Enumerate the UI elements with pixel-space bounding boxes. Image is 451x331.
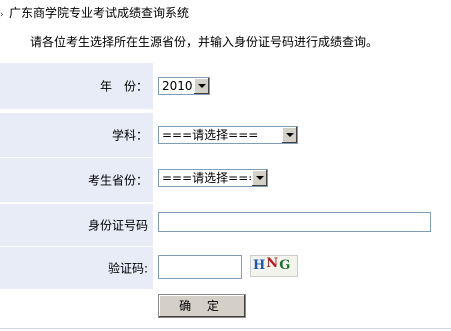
id-number-input[interactable] — [158, 212, 431, 232]
province-label-cell: 考生省份： — [0, 158, 153, 202]
province-select[interactable]: ===请选择=== — [158, 169, 268, 187]
page-title-text: 广东商学院专业考试成绩查询系统 — [9, 6, 190, 20]
year-field-cell: 2010 — [153, 63, 451, 109]
subject-row: 学科： ===请选择=== — [0, 113, 451, 157]
captcha-input[interactable] — [158, 255, 242, 279]
instruction-text: 请各位考生选择所在生源省份，并输入身份证号码进行成绩查询。 — [30, 35, 379, 49]
province-label: 考生省份： — [87, 173, 148, 188]
captcha-field-cell: HNGO — [153, 247, 451, 289]
page-title: › 广东商学院专业考试成绩查询系统 — [0, 5, 189, 21]
captcha-label-cell: 验证码: — [0, 247, 153, 289]
id-number-field-cell — [153, 204, 451, 246]
captcha-image[interactable]: HNGO — [250, 255, 298, 277]
captcha-char: N — [266, 256, 280, 271]
subject-select[interactable]: ===请选择=== — [158, 126, 298, 144]
bullet-arrow-icon: › — [0, 10, 4, 20]
id-number-label: 身份证号码 — [87, 218, 148, 233]
year-row: 年 份： 2010 — [0, 63, 451, 109]
id-number-row: 身份证号码 — [0, 204, 451, 246]
subject-field-cell: ===请选择=== — [153, 113, 451, 157]
captcha-char: O — [251, 273, 263, 276]
captcha-row: 验证码: HNGO — [0, 247, 451, 289]
divider — [0, 328, 451, 329]
subject-select-value: ===请选择=== — [162, 128, 259, 142]
year-select[interactable]: 2010 — [158, 77, 210, 95]
province-field-cell: ===请选择=== — [153, 158, 451, 202]
captcha-label: 验证码: — [107, 261, 148, 276]
chevron-down-icon[interactable] — [281, 127, 297, 143]
subject-label: 学科： — [111, 128, 148, 143]
year-select-value: 2010 — [162, 79, 193, 93]
chevron-down-icon[interactable] — [251, 170, 267, 186]
subject-label-cell: 学科： — [0, 113, 153, 157]
chevron-down-icon[interactable] — [193, 78, 209, 94]
id-number-label-cell: 身份证号码 — [0, 204, 153, 246]
province-row: 考生省份： ===请选择=== — [0, 158, 451, 202]
province-select-value: ===请选择=== — [162, 171, 259, 185]
year-label: 年 份： — [99, 79, 148, 94]
submit-button[interactable]: 确 定 — [158, 294, 246, 318]
captcha-char: G — [279, 258, 292, 273]
year-label-cell: 年 份： — [0, 63, 153, 109]
